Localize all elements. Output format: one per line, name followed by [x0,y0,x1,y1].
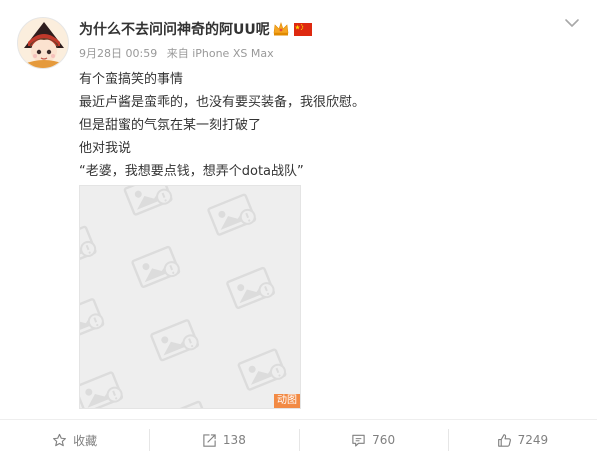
comment-button[interactable]: 760 [298,420,448,460]
action-toolbar: 收藏 138 760 7249 [0,419,597,460]
post-content: 有个蛮搞笑的事情 最近卢酱是蛮乖的，也没有要买装备，我很欣慰。 但是甜蜜的气氛在… [79,68,559,183]
star-icon [53,433,67,446]
gif-badge: 动图 [274,394,300,408]
favorite-button[interactable]: 收藏 [0,420,149,460]
repost-icon [203,433,216,447]
content-line: 最近卢酱是蛮乖的，也没有要买装备，我很欣慰。 [79,95,366,110]
like-count: 7249 [517,433,549,447]
author-badges [272,20,312,38]
image-placeholder-icon [80,186,289,408]
content-line: 但是甜蜜的气氛在某一刻打破了 [79,118,262,133]
post-meta: 9月28日 00:59 来自 iPhone XS Max [79,45,274,61]
china-flag-icon[interactable] [294,22,312,36]
content-line: 有个蛮搞笑的事情 [79,72,184,87]
author-name[interactable]: 为什么不去问问神奇的阿UU呢 [79,19,270,39]
anime-girl-avatar-icon [18,18,68,68]
like-button[interactable]: 7249 [447,420,597,460]
post-image[interactable]: 动图 [79,185,301,409]
vip-crown-icon[interactable] [272,21,290,37]
content-line: “老婆，我想要点钱，想弄个dota战队” [79,164,304,179]
repost-count: 138 [222,433,246,447]
comment-icon [352,434,365,446]
favorite-label: 收藏 [73,433,98,448]
chevron-down-icon[interactable] [563,14,581,32]
thumbs-up-icon [497,433,511,447]
post-source: 来自 iPhone XS Max [166,47,274,60]
avatar[interactable] [17,17,69,69]
content-line: 他对我说 [79,141,132,156]
repost-button[interactable]: 138 [149,420,298,460]
post-date[interactable]: 9月28日 00:59 [79,47,157,60]
comment-count: 760 [372,433,396,447]
